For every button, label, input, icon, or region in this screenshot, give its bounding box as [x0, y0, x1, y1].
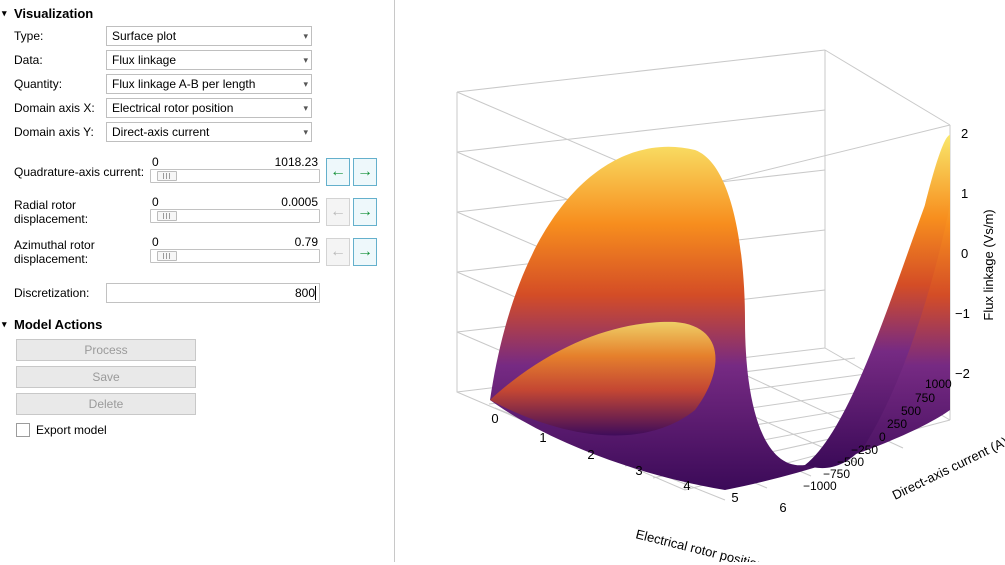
- slider-r-min: 0: [152, 195, 159, 209]
- x-tick: 4: [683, 478, 690, 493]
- slider-q[interactable]: [150, 169, 320, 183]
- discretization-label: Discretization:: [14, 286, 106, 300]
- slider-q-max: 1018.23: [275, 155, 318, 169]
- discretization-value: 800: [295, 286, 315, 300]
- slider-q-label: Quadrature-axis current:: [14, 165, 150, 179]
- x-tick: 5: [731, 490, 738, 505]
- discretization-input[interactable]: 800: [106, 283, 320, 303]
- domain-x-dropdown[interactable]: Electrical rotor position ▾: [106, 98, 312, 118]
- surface-plot: 2 1 0 −1 −2 0 1 2 3 4 5 6 1000 750 500: [395, 0, 1005, 562]
- save-button[interactable]: Save: [16, 366, 196, 388]
- visualization-title: Visualization: [14, 6, 93, 21]
- x-axis-label: Electrical rotor position (rad): [634, 526, 795, 562]
- slider-q-prev-button[interactable]: ←: [326, 158, 350, 186]
- domain-x-value: Electrical rotor position: [112, 101, 233, 115]
- domain-x-label: Domain axis X:: [14, 101, 106, 115]
- slider-a-next-button[interactable]: →: [353, 238, 377, 266]
- z-tick: −2: [955, 366, 970, 381]
- y-tick: 0: [879, 430, 886, 444]
- z-tick: 1: [961, 186, 968, 201]
- y-tick: 500: [901, 404, 921, 418]
- x-tick: 2: [587, 447, 594, 462]
- slider-r-label: Radial rotor displacement:: [14, 198, 150, 226]
- y-axis-label: Direct-axis current (A): [890, 434, 1005, 503]
- slider-thumb[interactable]: [157, 211, 177, 221]
- data-value: Flux linkage: [112, 53, 176, 67]
- quantity-label: Quantity:: [14, 77, 106, 91]
- domain-y-dropdown[interactable]: Direct-axis current ▾: [106, 122, 312, 142]
- slider-r-max: 0.0005: [281, 195, 318, 209]
- z-tick: 2: [961, 126, 968, 141]
- slider-r-prev-button: ←: [326, 198, 350, 226]
- process-button[interactable]: Process: [16, 339, 196, 361]
- quantity-dropdown[interactable]: Flux linkage A-B per length ▾: [106, 74, 312, 94]
- slider-q-min: 0: [152, 155, 159, 169]
- type-value: Surface plot: [112, 29, 176, 43]
- slider-r[interactable]: [150, 209, 320, 223]
- slider-q-next-button[interactable]: →: [353, 158, 377, 186]
- type-label: Type:: [14, 29, 106, 43]
- slider-a-label: Azimuthal rotor displacement:: [14, 238, 150, 266]
- left-panel: ▾ Visualization Type: Surface plot ▾ Dat…: [0, 0, 395, 562]
- domain-y-value: Direct-axis current: [112, 125, 209, 139]
- z-axis-label: Flux linkage (Vs/m): [981, 209, 996, 320]
- slider-r-next-button[interactable]: →: [353, 198, 377, 226]
- chevron-down-icon: ▾: [303, 55, 308, 66]
- data-dropdown[interactable]: Flux linkage ▾: [106, 50, 312, 70]
- text-caret: [315, 286, 316, 300]
- export-label: Export model: [36, 423, 107, 437]
- delete-button[interactable]: Delete: [16, 393, 196, 415]
- collapse-icon: ▾: [2, 8, 12, 19]
- data-label: Data:: [14, 53, 106, 67]
- collapse-icon: ▾: [2, 319, 12, 330]
- y-tick: −1000: [803, 479, 837, 493]
- slider-a-prev-button: ←: [326, 238, 350, 266]
- slider-thumb[interactable]: [157, 171, 177, 181]
- domain-y-label: Domain axis Y:: [14, 125, 106, 139]
- slider-thumb[interactable]: [157, 251, 177, 261]
- slider-a-min: 0: [152, 235, 159, 249]
- z-tick: −1: [955, 306, 970, 321]
- y-tick: 750: [915, 391, 935, 405]
- model-actions-title: Model Actions: [14, 317, 102, 332]
- plot-panel: 2 1 0 −1 −2 0 1 2 3 4 5 6 1000 750 500: [395, 0, 1005, 562]
- slider-a-max: 0.79: [295, 235, 318, 249]
- x-tick: 3: [635, 463, 642, 478]
- chevron-down-icon: ▾: [303, 127, 308, 138]
- chevron-down-icon: ▾: [303, 79, 308, 90]
- type-dropdown[interactable]: Surface plot ▾: [106, 26, 312, 46]
- chevron-down-icon: ▾: [303, 103, 308, 114]
- x-tick: 1: [539, 430, 546, 445]
- x-tick: 6: [779, 500, 786, 515]
- chevron-down-icon: ▾: [303, 31, 308, 42]
- x-tick: 0: [491, 411, 498, 426]
- y-tick: 1000: [925, 377, 952, 391]
- visualization-header[interactable]: ▾ Visualization: [2, 4, 386, 23]
- export-checkbox[interactable]: [16, 423, 30, 437]
- y-tick: 250: [887, 417, 907, 431]
- slider-a[interactable]: [150, 249, 320, 263]
- z-tick: 0: [961, 246, 968, 261]
- quantity-value: Flux linkage A-B per length: [112, 77, 255, 91]
- model-actions-header[interactable]: ▾ Model Actions: [2, 315, 386, 334]
